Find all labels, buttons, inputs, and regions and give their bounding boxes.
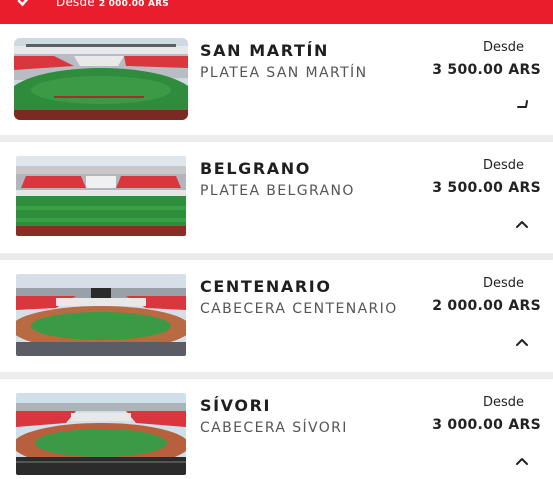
- banner-amount: 2 000.00 ARS: [98, 0, 169, 9]
- section-subtitle: PLATEA SAN MARTÍN: [200, 65, 368, 81]
- section-name: CENTENARIO: [200, 277, 332, 296]
- divider: [0, 135, 553, 142]
- section-subtitle: CABECERA CENTENARIO: [200, 301, 398, 317]
- section-card-centenario[interactable]: CENTENARIO CABECERA CENTENARIO Desde 2 0…: [0, 260, 553, 372]
- stadium-image: [16, 156, 186, 236]
- from-label: Desde: [482, 395, 524, 410]
- section-list: SAN MARTÍN PLATEA SAN MARTÍN Desde 3 500…: [0, 24, 553, 479]
- section-name: SAN MARTÍN: [200, 41, 330, 60]
- from-label: Desde: [482, 276, 524, 291]
- chevron-up-icon[interactable]: [515, 456, 529, 466]
- section-name: SÍVORI: [200, 396, 272, 415]
- section-subtitle: PLATEA BELGRANO: [200, 183, 355, 199]
- section-subtitle: CABECERA SÍVORI: [200, 420, 348, 436]
- from-label: Desde: [482, 158, 524, 173]
- price-banner: Desde 2 000.00 ARS: [0, 0, 553, 24]
- banner-label: Desde: [56, 0, 95, 9]
- chevron-up-icon[interactable]: [515, 219, 529, 229]
- section-card-sivori[interactable]: SÍVORI CABECERA SÍVORI Desde 3 000.00 AR…: [0, 379, 553, 479]
- section-price: 3 000.00 ARS: [432, 417, 541, 433]
- stadium-image: [16, 393, 186, 475]
- chevron-up-icon[interactable]: [515, 337, 529, 347]
- section-card-belgrano[interactable]: BELGRANO PLATEA BELGRANO Desde 3 500.00 …: [0, 142, 553, 253]
- divider: [0, 372, 553, 379]
- stadium-image: [16, 274, 186, 356]
- section-price: 3 500.00 ARS: [432, 62, 541, 78]
- stadium-image: [14, 38, 188, 120]
- section-name: BELGRANO: [200, 159, 311, 178]
- check-icon: [17, 0, 29, 7]
- section-price: 2 000.00 ARS: [432, 298, 541, 314]
- from-label: Desde: [482, 40, 524, 55]
- divider: [0, 253, 553, 260]
- section-card-san-martin[interactable]: SAN MARTÍN PLATEA SAN MARTÍN Desde 3 500…: [0, 24, 553, 135]
- section-price: 3 500.00 ARS: [432, 180, 541, 196]
- banner-text: Desde 2 000.00 ARS: [56, 0, 169, 9]
- chevron-icon[interactable]: [515, 99, 529, 109]
